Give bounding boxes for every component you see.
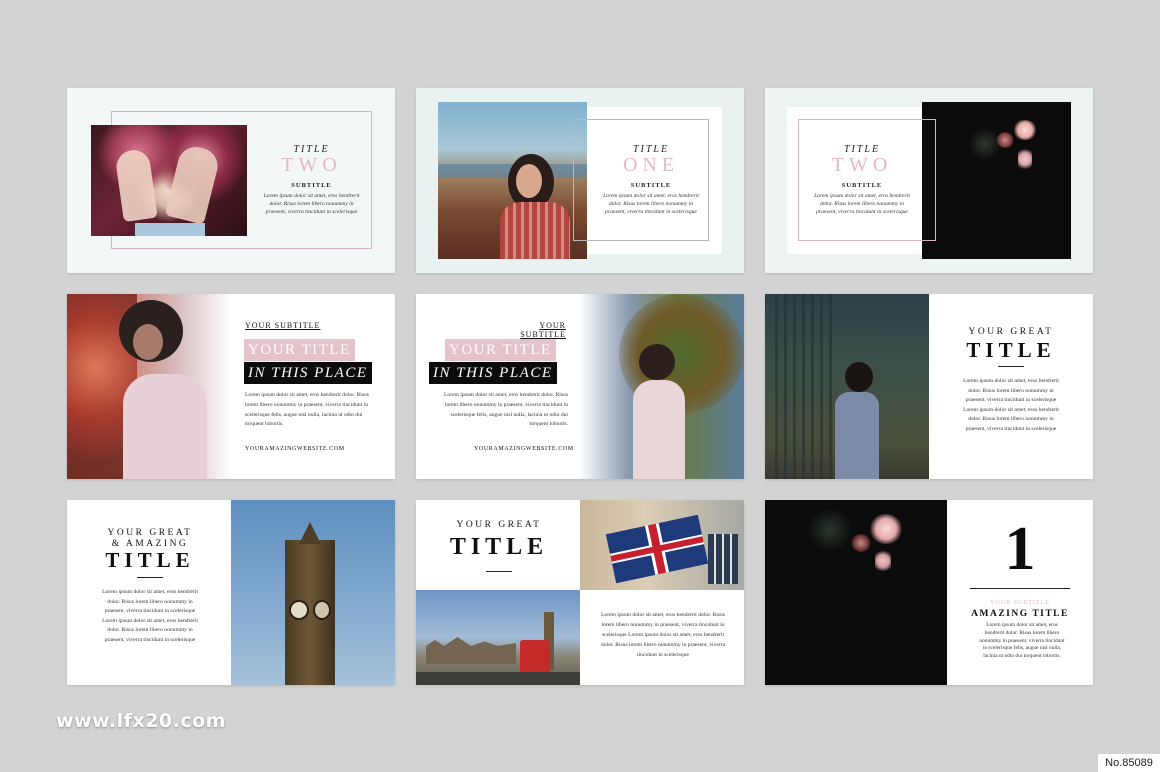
slide-title-two-flowers[interactable]: TITLE TWO SUBTITLE Lorem ipsum dolor sit… <box>765 88 1093 273</box>
slide-great-title-garden[interactable]: YOUR GREAT TITLE Lorem ipsum dolor sit a… <box>765 294 1093 479</box>
slide-body-text: Lorem ipsum dolor sit amet, eros hendrer… <box>245 392 369 428</box>
photo-woman-sea <box>438 102 587 259</box>
slide-subtitle: YOUR SUBTITLE <box>990 600 1050 606</box>
slide-title: AMAZING TITLE <box>971 609 1069 619</box>
slide-great-amazing-bigben[interactable]: YOUR GREAT & AMAZING TITLE Lorem ipsum d… <box>67 500 395 685</box>
slide-body-text: Lorem ipsum dolor sit amet, eros hendrer… <box>263 193 360 215</box>
slide-body-text: Lorem ipsum dolor sit amet, eros hendrer… <box>963 378 1059 432</box>
slide-great-label: YOUR GREAT <box>456 520 542 530</box>
slide-subtitle: YOUR SUBTITLE <box>520 321 566 339</box>
watermark-text: www.lfx20.com <box>56 710 226 732</box>
photo-big-ben <box>231 500 395 685</box>
photo-woman-autumn <box>67 294 232 479</box>
slide-great-title-london[interactable]: YOUR GREAT TITLE Lorem ipsum dolor sit a… <box>416 500 744 685</box>
slide-title-two-hands[interactable]: TITLE TWO SUBTITLE Lorem ipsum dolor sit… <box>67 88 395 273</box>
slide-big-title: TWO <box>831 154 893 176</box>
slide-title-one-woman[interactable]: TITLE ONE SUBTITLE Lorem ipsum dolor sit… <box>416 88 744 273</box>
slide-body-text: Lorem ipsum dolor sit amet, eros hendrer… <box>814 193 910 215</box>
slide-great-label: YOUR GREAT <box>968 327 1054 337</box>
slide-great-label: YOUR GREAT <box>107 528 193 538</box>
product-number-stamp: No.85089 <box>1098 754 1160 772</box>
photo-union-jack <box>580 500 744 590</box>
slide-title-line2: IN THIS PLACE <box>429 362 557 384</box>
slide-body-text: Lorem ipsum dolor sit amet, eros hendrer… <box>102 589 198 643</box>
slide-number: 1 <box>1004 515 1036 583</box>
slide-subtitle: YOUR SUBTITLE <box>245 321 321 330</box>
slide-title-line2: IN THIS PLACE <box>244 362 372 384</box>
slide-title-line1: YOUR TITLE <box>244 339 355 361</box>
title-rule <box>998 366 1024 367</box>
slide-body-text: Lorem ipsum dolor sit amet, eros hendrer… <box>979 622 1065 660</box>
photo-woman-tree <box>579 294 744 479</box>
photo-dark-bouquet <box>765 500 947 685</box>
photo-parliament <box>416 590 580 685</box>
slide-body-text: Lorem ipsum dolor sit amet, eros hendrer… <box>603 193 699 215</box>
photo-hands-flowers <box>91 125 247 236</box>
slide-title-line1: YOUR TITLE <box>445 339 556 361</box>
slide-website: YOURAMAZINGWEBSITE.COM <box>245 446 345 452</box>
slide-title: TITLE <box>449 534 549 560</box>
slide-your-title-right-photo[interactable]: YOUR SUBTITLE YOUR TITLE IN THIS PLACE L… <box>416 294 744 479</box>
slide-big-title: TWO <box>281 154 342 176</box>
slide-subtitle: SUBTITLE <box>630 182 672 189</box>
slide-website: YOURAMAZINGWEBSITE.COM <box>474 446 574 452</box>
photo-dark-flowers <box>922 102 1071 259</box>
slide-your-title-left-photo[interactable]: YOUR SUBTITLE YOUR TITLE IN THIS PLACE L… <box>67 294 395 479</box>
slide-title: TITLE <box>966 338 1056 362</box>
photo-woman-garden <box>765 294 929 479</box>
slide-subtitle: SUBTITLE <box>841 182 883 189</box>
slide-body-text: Lorem ipsum dolor sit amet, eros hendrer… <box>444 392 568 428</box>
slide-big-title: ONE <box>622 154 680 176</box>
slide-body-text: Lorem ipsum dolor sit amet, eros hendrer… <box>600 612 726 658</box>
title-rule <box>486 571 512 572</box>
decorative-frame <box>573 119 709 241</box>
title-rule <box>137 577 163 578</box>
decorative-frame <box>798 119 936 241</box>
slide-number-amazing-title[interactable]: 1 YOUR SUBTITLE AMAZING TITLE Lorem ipsu… <box>765 500 1093 685</box>
slide-title: TITLE <box>105 548 195 572</box>
slide-subtitle: SUBTITLE <box>291 182 332 189</box>
number-rule <box>970 588 1070 589</box>
